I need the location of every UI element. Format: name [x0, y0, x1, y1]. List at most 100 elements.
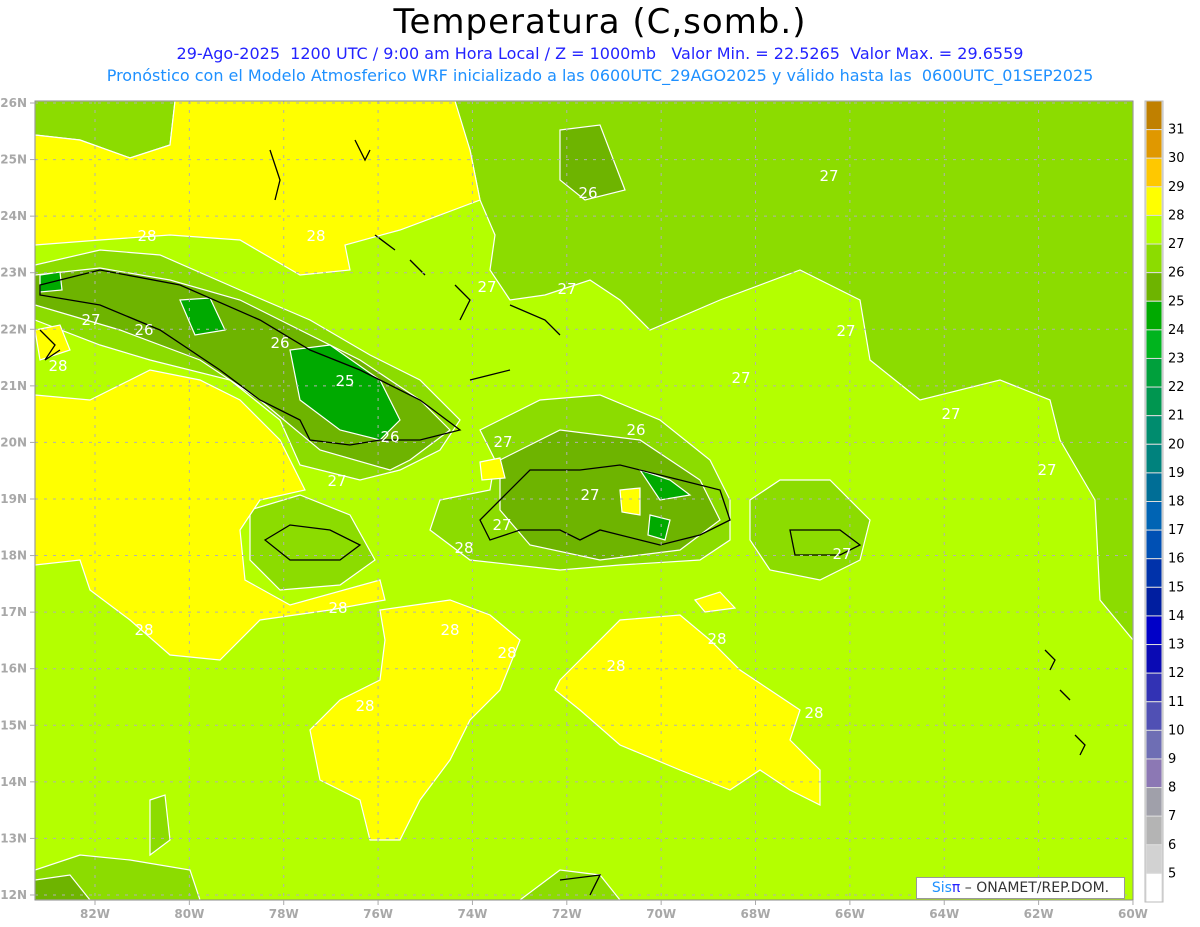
contour-label: 26	[380, 428, 399, 446]
lat-tick-label: 23N	[0, 266, 27, 280]
colorbar-label: 31	[1168, 123, 1185, 138]
colorbar-swatch	[1145, 157, 1163, 188]
colorbar-swatch	[1145, 272, 1163, 302]
colorbar-swatch	[1145, 186, 1163, 216]
contour-label: 28	[137, 227, 156, 245]
colorbar-label: 26	[1168, 266, 1185, 281]
lat-tick-label: 13N	[0, 831, 27, 845]
contour-label: 27	[836, 322, 855, 340]
model-info: Pronóstico con el Modelo Atmosferico WRF…	[106, 66, 1094, 85]
contour-label: 27	[832, 545, 851, 563]
colorbar-swatch	[1145, 844, 1163, 874]
colorbar-label: 21	[1168, 409, 1185, 424]
colorbar-label: 15	[1168, 580, 1185, 595]
colorbar-label: 23	[1168, 351, 1185, 366]
colorbar-label: 17	[1168, 523, 1185, 538]
contour-label: 27	[731, 369, 750, 387]
colorbar-label: 25	[1168, 294, 1185, 309]
colorbar: 31 30 29 28 27 26 25 24 23 22 21 20 19 18 17 16 15 14 13 12…	[1144, 100, 1185, 903]
contour-label: 27	[580, 486, 599, 504]
contour-label: 28	[497, 644, 516, 662]
map-field: 28 28 27 26 28 26 25 26 27 27 27 26 27 27 27 27 27 27 26 27…	[35, 101, 1133, 900]
temperature-map: 28 28 27 26 28 26 25 26 27 27 27 26 27 27 27 27 27 27 26 27…	[0, 96, 1185, 921]
colorbar-swatch	[1145, 329, 1163, 359]
contour-label: 28	[440, 621, 459, 639]
lat-tick-label: 15N	[0, 718, 27, 732]
colorbar-label: 5	[1168, 866, 1176, 881]
lon-tick-label: 82W	[80, 907, 110, 921]
colorbar-swatch	[1145, 443, 1163, 474]
lon-tick-label: 70W	[646, 907, 676, 921]
colorbar-label: 12	[1168, 666, 1185, 681]
lon-tick-label: 72W	[552, 907, 582, 921]
colorbar-swatch	[1145, 415, 1163, 445]
logo-text: – ONAMET/REP.DOM.	[960, 880, 1110, 896]
contour-label: 28	[48, 357, 67, 375]
colorbar-label: 10	[1168, 723, 1185, 738]
lon-tick-label: 62W	[1024, 907, 1054, 921]
contour-label: 27	[819, 167, 838, 185]
chart-title: Temperatura (C,somb.)	[393, 2, 807, 42]
lat-tick-label: 21N	[0, 379, 27, 393]
lat-tick-label: 25N	[0, 153, 27, 167]
colorbar-swatch	[1145, 472, 1163, 502]
colorbar-label: 28	[1168, 208, 1185, 223]
colorbar-swatch	[1145, 129, 1163, 159]
lat-tick-label: 14N	[0, 775, 27, 789]
lat-tick-label: 19N	[0, 492, 27, 506]
contour-label: 27	[81, 311, 100, 329]
colorbar-label: 7	[1168, 809, 1176, 824]
lon-tick-label: 78W	[269, 907, 299, 921]
colorbar-label: 18	[1168, 495, 1185, 510]
colorbar-swatch	[1145, 872, 1163, 903]
contour-label: 28	[328, 599, 347, 617]
lat-tick-label: 17N	[0, 605, 27, 619]
colorbar-swatch	[1145, 100, 1163, 131]
contour-label: 27	[941, 405, 960, 423]
lat-tick-label: 24N	[0, 209, 27, 223]
colorbar-swatch	[1145, 787, 1163, 817]
contour-label: 26	[626, 421, 645, 439]
contour-label: 28	[804, 704, 823, 722]
contour-label: 28	[454, 539, 473, 557]
colorbar-swatch	[1145, 586, 1163, 617]
onamet-logo: Sisπ – ONAMET/REP.DOM.	[916, 877, 1125, 899]
colorbar-swatch	[1145, 758, 1163, 789]
colorbar-swatch	[1145, 386, 1163, 417]
colorbar-label: 22	[1168, 380, 1185, 395]
lon-tick-label: 64W	[929, 907, 959, 921]
contour-label: 26	[134, 321, 153, 339]
lon-tick-label: 66W	[835, 907, 865, 921]
colorbar-label: 30	[1168, 151, 1185, 166]
lat-tick-label: 18N	[0, 549, 27, 563]
contour-label: 28	[306, 227, 325, 245]
colorbar-swatch	[1145, 701, 1163, 731]
colorbar-label: 19	[1168, 466, 1185, 481]
contour-label: 27	[493, 433, 512, 451]
contour-label: 26	[270, 334, 289, 352]
lat-tick-label: 12N	[0, 888, 27, 902]
colorbar-label: 16	[1168, 552, 1185, 567]
contour-label: 28	[707, 630, 726, 648]
lat-tick-label: 22N	[0, 322, 27, 336]
contour-label: 28	[606, 657, 625, 675]
contour-label: 27	[557, 280, 576, 298]
logo-sis: Sis	[931, 880, 952, 896]
colorbar-swatch	[1145, 214, 1163, 245]
colorbar-label: 9	[1168, 752, 1176, 767]
colorbar-swatch	[1145, 529, 1163, 560]
lon-tick-label: 74W	[457, 907, 487, 921]
colorbar-label: 20	[1168, 437, 1185, 452]
contour-label: 28	[134, 621, 153, 639]
colorbar-swatch	[1145, 501, 1163, 531]
colorbar-swatch	[1145, 672, 1163, 703]
colorbar-swatch	[1145, 300, 1163, 331]
colorbar-label: 14	[1168, 609, 1185, 624]
lat-tick-label: 20N	[0, 435, 27, 449]
colorbar-label: 11	[1168, 695, 1185, 710]
contour-label: 28	[355, 697, 374, 715]
colorbar-label: 13	[1168, 638, 1185, 653]
colorbar-label: 29	[1168, 180, 1185, 195]
lat-tick-label: 16N	[0, 662, 27, 676]
forecast-time-info: 29-Ago-2025 1200 UTC / 9:00 am Hora Loca…	[176, 44, 1024, 63]
